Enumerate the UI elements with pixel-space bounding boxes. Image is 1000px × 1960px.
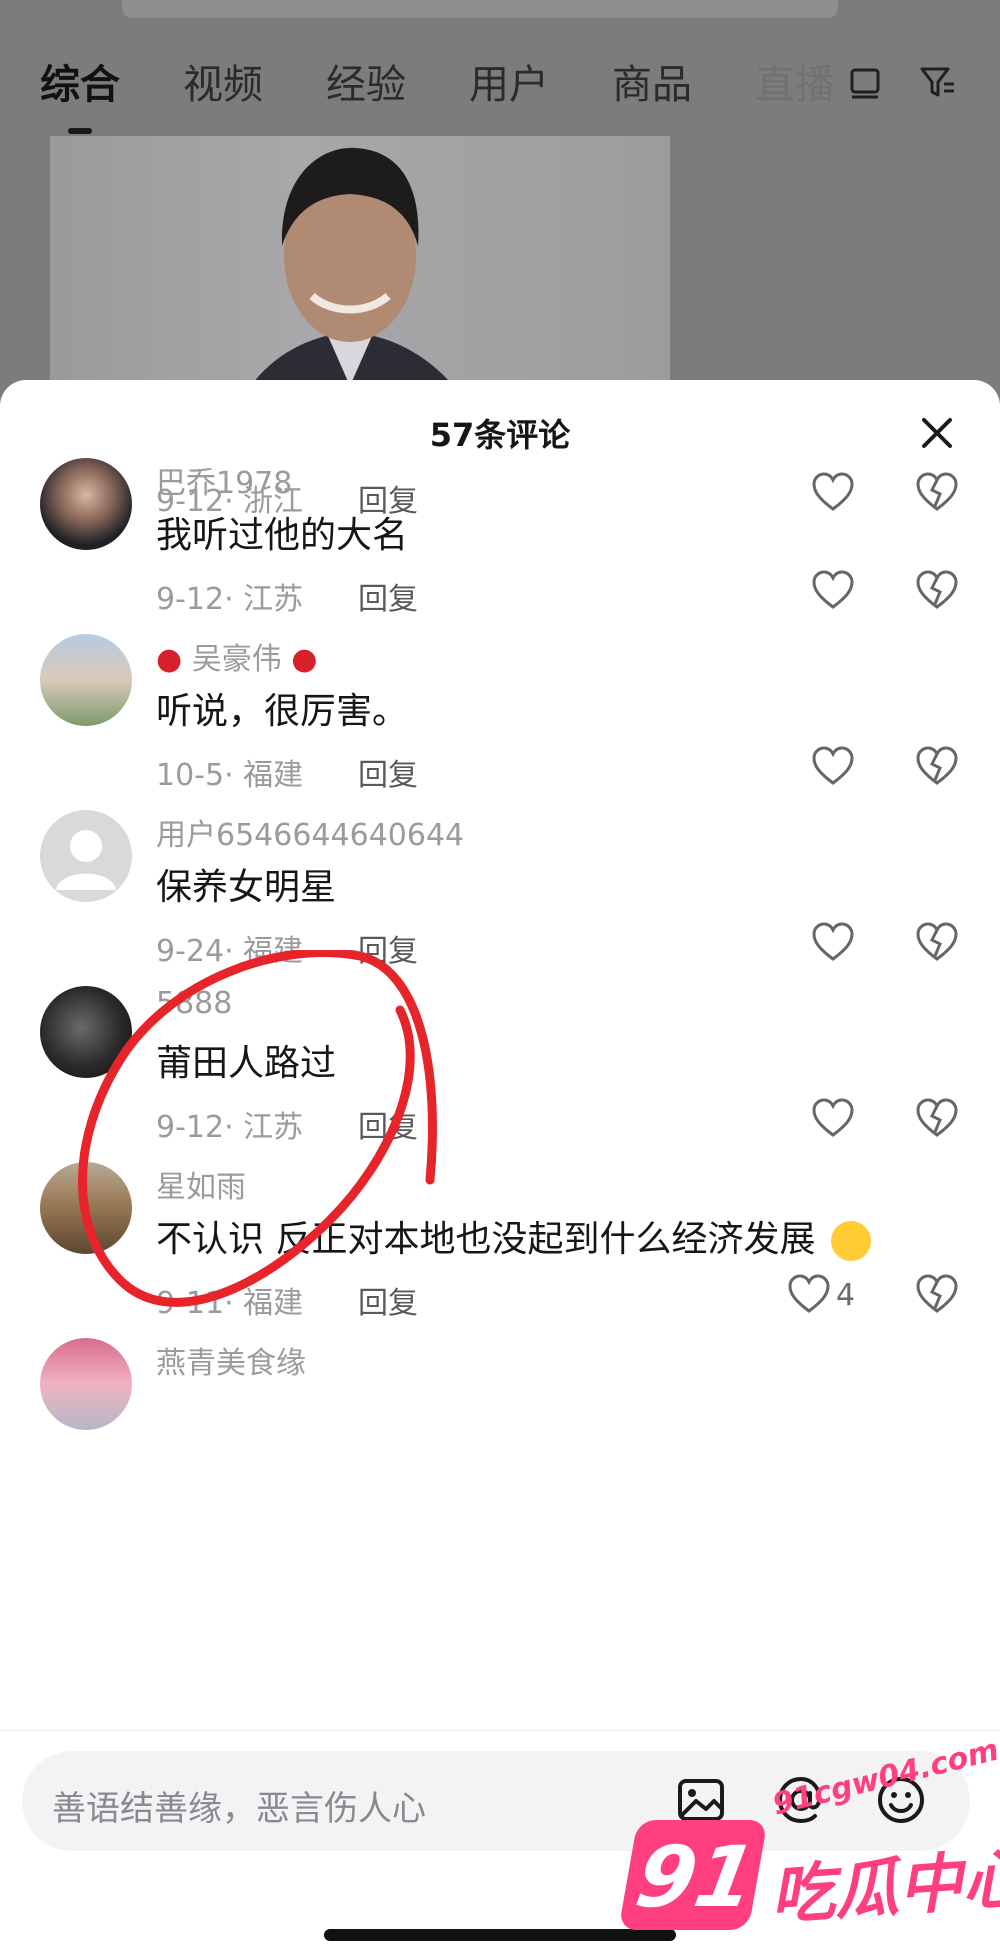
comment-date-location: 9-12· 江苏 (156, 582, 304, 617)
comment-username-text: 吴豪伟 (191, 642, 282, 677)
search-results-page: 综合 视频 经验 用户 商品 直播 (0, 0, 1000, 426)
like-heart-icon[interactable] (810, 1096, 856, 1142)
avatar[interactable] (40, 458, 132, 550)
close-icon[interactable] (914, 410, 960, 456)
reply-button[interactable]: 回复 (358, 926, 418, 970)
like-heart-icon[interactable] (810, 470, 856, 516)
mention-at-icon[interactable] (774, 1773, 828, 1827)
reply-button[interactable]: 回复 (358, 750, 418, 794)
comment-input-area: 善语结善缘，恶言伤人心 (0, 1730, 1000, 1960)
comment-text: 不认识 反正对本地也没起到什么经济发展 (156, 1210, 871, 1262)
comment-date-location: 9-24· 福建 (156, 934, 304, 969)
sheet-title: 57条评论 (429, 416, 571, 454)
avatar[interactable] (40, 1338, 132, 1430)
comment-text: 保养女明星 (156, 867, 337, 908)
comment-date-location: 10-5· 福建 (156, 758, 304, 793)
active-tab-indicator (68, 128, 92, 134)
tab-goods[interactable]: 商品 (612, 52, 755, 112)
comment-input[interactable]: 善语结善缘，恶言伤人心 (22, 1751, 970, 1851)
tab-video[interactable]: 视频 (183, 52, 326, 112)
dislike-broken-heart-icon[interactable] (914, 568, 960, 614)
dislike-broken-heart-icon[interactable] (914, 1096, 960, 1142)
reply-button[interactable]: 回复 (358, 1278, 418, 1322)
comments-sheet: 57条评论 9-12· 浙江 回复 巴乔1978 我听过他的大名 9-12· 江… (0, 380, 1000, 1960)
tab-user[interactable]: 用户 (469, 52, 612, 112)
input-placeholder: 善语结善缘，恶言伤人心 (52, 1789, 426, 1829)
tab-comprehensive[interactable]: 综合 (40, 52, 183, 112)
comment-username[interactable]: ● 吴豪伟 ● (156, 634, 317, 678)
home-indicator (324, 1929, 676, 1941)
search-bar[interactable] (122, 0, 838, 18)
dislike-broken-heart-icon[interactable] (914, 920, 960, 966)
comment-text: 听说，很厉害。 (156, 691, 409, 732)
like-heart-icon[interactable] (810, 568, 856, 614)
dislike-broken-heart-icon[interactable] (914, 744, 960, 790)
comment-username[interactable]: 用户6546644640644 (156, 810, 464, 854)
comment-username[interactable]: 巴乔1978 (156, 458, 292, 502)
sweat-smile-emoji-icon (830, 1221, 871, 1261)
default-avatar-icon[interactable] (40, 810, 132, 902)
image-icon[interactable] (674, 1773, 728, 1827)
like-heart-icon[interactable] (786, 1272, 832, 1318)
comment-item: 9-12· 浙江 回复 (0, 472, 1000, 536)
comment-text: 我听过他的大名 (156, 515, 409, 556)
like-heart-icon[interactable] (810, 920, 856, 966)
comment-date-location: 9-12· 江苏 (156, 1110, 304, 1145)
search-tabs: 综合 视频 经验 用户 商品 直播 (40, 52, 835, 112)
apple-emoji-icon: ● (291, 642, 318, 677)
layout-toggle-icon[interactable] (845, 62, 885, 102)
tab-experience[interactable]: 经验 (326, 52, 469, 112)
comment-username[interactable]: 星如雨 (156, 1162, 246, 1206)
comment-date-location: 9-11· 福建 (156, 1286, 304, 1321)
apple-emoji-icon: ● (156, 642, 183, 677)
avatar[interactable] (40, 634, 132, 726)
reply-button[interactable]: 回复 (358, 1102, 418, 1146)
dislike-broken-heart-icon[interactable] (914, 1272, 960, 1318)
comment-text: 莆田人路过 (156, 1043, 337, 1084)
dislike-broken-heart-icon[interactable] (914, 470, 960, 516)
avatar[interactable] (40, 986, 132, 1078)
like-heart-icon[interactable] (810, 744, 856, 790)
avatar[interactable] (40, 1162, 132, 1254)
comment-username[interactable]: 燕青美食缘 (156, 1338, 306, 1382)
tab-live[interactable]: 直播 (755, 52, 835, 112)
comment-username[interactable]: 5888 (156, 986, 232, 1021)
reply-button[interactable]: 回复 (358, 574, 418, 618)
comment-text-body: 不认识 反正对本地也没起到什么经济发展 (156, 1219, 816, 1260)
like-count: 4 (836, 1278, 856, 1313)
emoji-icon[interactable] (874, 1773, 928, 1827)
filter-icon[interactable] (918, 62, 958, 102)
